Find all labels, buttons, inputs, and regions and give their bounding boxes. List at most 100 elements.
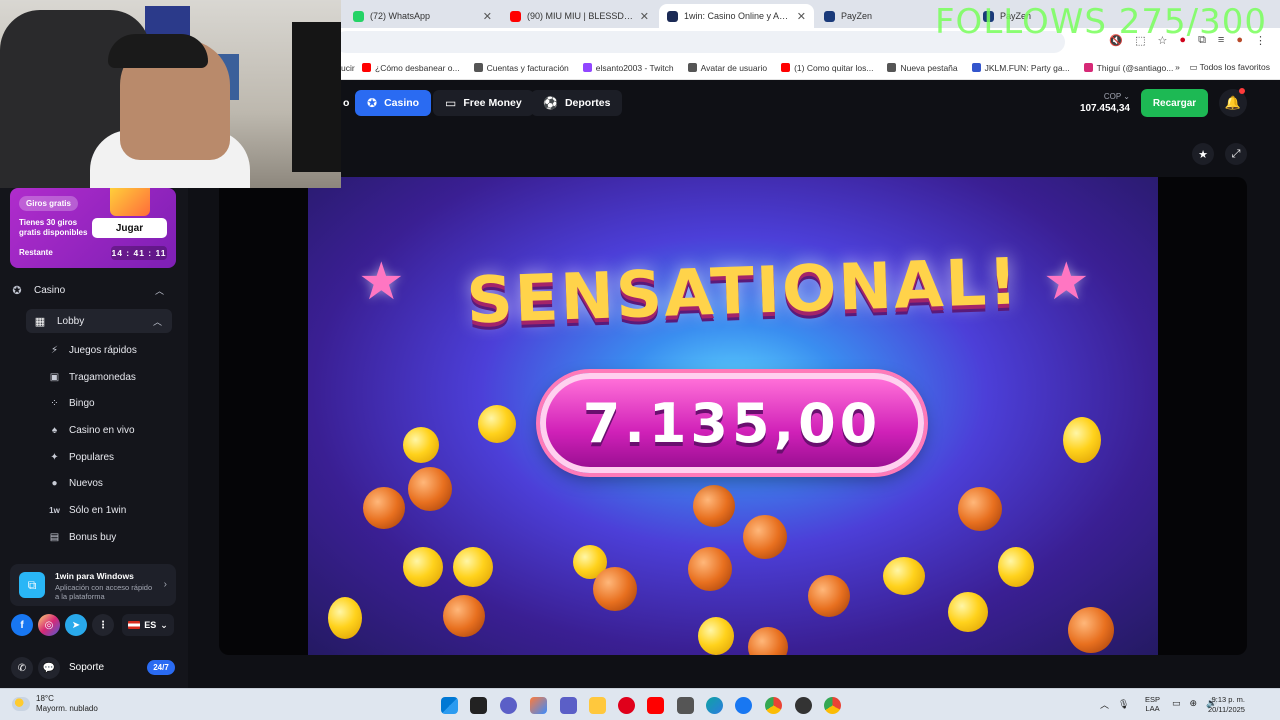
sidebar-item-bingo[interactable]: ⁘ Bingo bbox=[48, 392, 94, 414]
bronze-coin bbox=[363, 487, 405, 529]
sidebar-item-solo-en-1win[interactable]: 1w Sólo en 1win bbox=[48, 499, 126, 521]
file-explorer-icon[interactable] bbox=[589, 697, 606, 714]
youtube-icon[interactable] bbox=[647, 697, 664, 714]
support-link[interactable]: Soporte bbox=[69, 662, 104, 673]
nav-casino[interactable]: ✪ Casino bbox=[355, 90, 432, 116]
chrome-icon[interactable] bbox=[765, 697, 782, 714]
phone-icon[interactable]: ✆ bbox=[11, 657, 33, 679]
close-icon[interactable]: ✕ bbox=[797, 10, 806, 23]
edge-icon[interactable] bbox=[706, 697, 723, 714]
bookmark-item[interactable]: (1) Como quitar los... bbox=[781, 63, 873, 73]
facebook-icon[interactable] bbox=[735, 697, 752, 714]
clock[interactable]: 9:13 p. m. 20/11/2025 bbox=[1208, 695, 1245, 715]
tab-1win[interactable]: 1win: Casino Online y Apuestas ✕ bbox=[659, 4, 814, 28]
sidebar-item-casino-en-vivo[interactable]: ♠ Casino en vivo bbox=[48, 419, 135, 441]
close-icon[interactable]: ✕ bbox=[483, 10, 492, 23]
currency-label: COP bbox=[1103, 92, 1122, 101]
favorite-button[interactable]: ★ bbox=[1192, 143, 1214, 165]
bookmark-item[interactable]: Thiguí (@santiago... bbox=[1083, 62, 1174, 73]
sidebar-item-lobby[interactable]: ▦ Lobby ︿ bbox=[33, 309, 172, 333]
twitch-icon bbox=[582, 63, 592, 72]
facebook-icon[interactable]: f bbox=[11, 614, 33, 636]
all-bookmarks[interactable]: » ▭ Todos los favoritos bbox=[1175, 62, 1270, 73]
fullscreen-button[interactable]: ⤢ bbox=[1225, 143, 1247, 165]
input-language[interactable]: ESP LAA bbox=[1145, 695, 1160, 713]
nav-partial-label: o bbox=[343, 97, 350, 109]
bookmark-label: Thiguí (@santiago... bbox=[1096, 62, 1174, 73]
nav-deportes[interactable]: ⚽ Deportes bbox=[531, 90, 623, 116]
sidebar-item-label: Tragamonedas bbox=[69, 371, 136, 383]
nav-free-money[interactable]: ▭ Free Money bbox=[433, 90, 534, 116]
windows-start-icon[interactable] bbox=[441, 697, 458, 714]
lang-code: ESP bbox=[1145, 695, 1161, 704]
teams-icon[interactable] bbox=[560, 697, 577, 714]
weather-desc: Mayorm. nublado bbox=[36, 704, 98, 713]
sidebar-item-nuevos[interactable]: ● Nuevos bbox=[48, 472, 103, 494]
display-icon[interactable]: ▭ bbox=[1172, 698, 1181, 709]
webcam-monitor bbox=[292, 22, 341, 172]
sidebar-item-casino[interactable]: ✪ Casino ︿ bbox=[10, 278, 176, 302]
tab-youtube[interactable]: (90) MIU MIU | BLESSD ❌KRIS ✕ bbox=[502, 4, 657, 28]
more-socials-icon[interactable]: ⋮ bbox=[92, 614, 114, 636]
obs-icon[interactable] bbox=[795, 697, 812, 714]
opera-icon[interactable] bbox=[618, 697, 635, 714]
currency-selector[interactable]: COP ⌄ bbox=[1066, 92, 1130, 101]
bookmark-item[interactable]: elsanto2003 - Twitch bbox=[582, 63, 674, 73]
close-icon[interactable]: ✕ bbox=[640, 10, 649, 23]
sidebar-item-juegos-rapidos[interactable]: ⚡ Juegos rápidos bbox=[48, 339, 137, 361]
whatsapp-icon bbox=[353, 10, 364, 22]
network-icon[interactable]: ⊕ bbox=[1190, 698, 1198, 709]
free-spins-promo[interactable]: Giros gratis Tienes 30 giros gratis disp… bbox=[10, 188, 176, 268]
bookmark-label: ¿Cómo desbanear o... bbox=[375, 62, 460, 73]
gold-coin bbox=[403, 547, 443, 587]
sidebar-item-tragamonedas[interactable]: ▣ Tragamonedas bbox=[48, 366, 136, 388]
tab-whatsapp[interactable]: (72) WhatsApp ✕ bbox=[345, 4, 500, 28]
jugar-button[interactable]: Jugar bbox=[92, 218, 167, 238]
chevron-down-icon: ⌄ bbox=[160, 619, 168, 630]
sidebar-item-bonus-buy[interactable]: ▤ Bonus buy bbox=[48, 526, 117, 548]
chat-app-icon[interactable] bbox=[500, 697, 517, 714]
promo-badge: Giros gratis bbox=[19, 196, 78, 211]
bronze-coin bbox=[748, 627, 788, 655]
sidebar-item-populares[interactable]: ✦ Populares bbox=[48, 446, 114, 468]
bookmark-label: JKLM.FUN: Party ga... bbox=[984, 62, 1070, 73]
1win-icon: 1w bbox=[49, 505, 60, 515]
soccer-ball-icon: ⚽ bbox=[543, 96, 558, 110]
chat-icon[interactable]: 💬 bbox=[38, 657, 60, 679]
gold-coin bbox=[328, 597, 362, 639]
weather-widget[interactable]: 18°C Mayorm. nublado bbox=[12, 694, 98, 714]
sidebar-item-label: Nuevos bbox=[69, 477, 103, 489]
game-frame[interactable]: ★ ★ SENSATIONAL! 7.135,00 bbox=[219, 177, 1247, 655]
instagram-icon[interactable]: ◎ bbox=[38, 614, 60, 636]
new-icon: ● bbox=[51, 477, 58, 489]
chevron-down-icon: ⌄ bbox=[1123, 92, 1130, 101]
gold-coin bbox=[698, 617, 734, 655]
copilot-icon[interactable] bbox=[530, 697, 547, 714]
bookmark-item[interactable]: Avatar de usuario bbox=[687, 63, 767, 73]
site-header: o ✪ Casino ▭ Free Money ⚽ Deportes bbox=[341, 80, 1280, 126]
balance-display[interactable]: COP ⌄ 107.454,34 bbox=[1066, 92, 1130, 114]
telegram-icon[interactable]: ➤ bbox=[65, 614, 87, 636]
nav-casino-label: Casino bbox=[384, 97, 420, 109]
bookmark-item[interactable]: ¿Cómo desbanear o... bbox=[362, 63, 460, 73]
chevron-up-icon: ︿ bbox=[154, 285, 164, 296]
notifications-button[interactable]: 🔔 bbox=[1219, 88, 1247, 117]
bookmark-item[interactable]: JKLM.FUN: Party ga... bbox=[971, 62, 1070, 73]
bronze-coin bbox=[693, 485, 735, 527]
store-icon[interactable] bbox=[677, 697, 694, 714]
globe-icon bbox=[887, 63, 897, 72]
windows-app-card[interactable]: ⧉ 1win para Windows Aplicación con acces… bbox=[10, 564, 176, 606]
bookmark-item[interactable]: Nueva pestaña bbox=[887, 63, 958, 73]
gold-coin bbox=[403, 427, 439, 463]
bookmark-item[interactable]: Cuentas y facturación bbox=[473, 63, 569, 73]
recargar-button[interactable]: Recargar bbox=[1141, 89, 1208, 117]
microphone-icon[interactable]: 🎙 bbox=[1118, 699, 1129, 710]
chrome-profile-icon[interactable] bbox=[824, 697, 841, 714]
star-icon: ★ bbox=[1198, 148, 1208, 161]
chevron-up-icon[interactable]: ︿ bbox=[1100, 698, 1109, 711]
sidebar-item-label: Lobby bbox=[57, 315, 85, 327]
language-selector[interactable]: ES ⌄ bbox=[122, 614, 174, 636]
bookmark-partial[interactable]: ucir bbox=[341, 63, 355, 73]
task-view-icon[interactable] bbox=[470, 697, 487, 714]
slot-game-canvas[interactable]: ★ ★ SENSATIONAL! 7.135,00 bbox=[308, 177, 1158, 655]
